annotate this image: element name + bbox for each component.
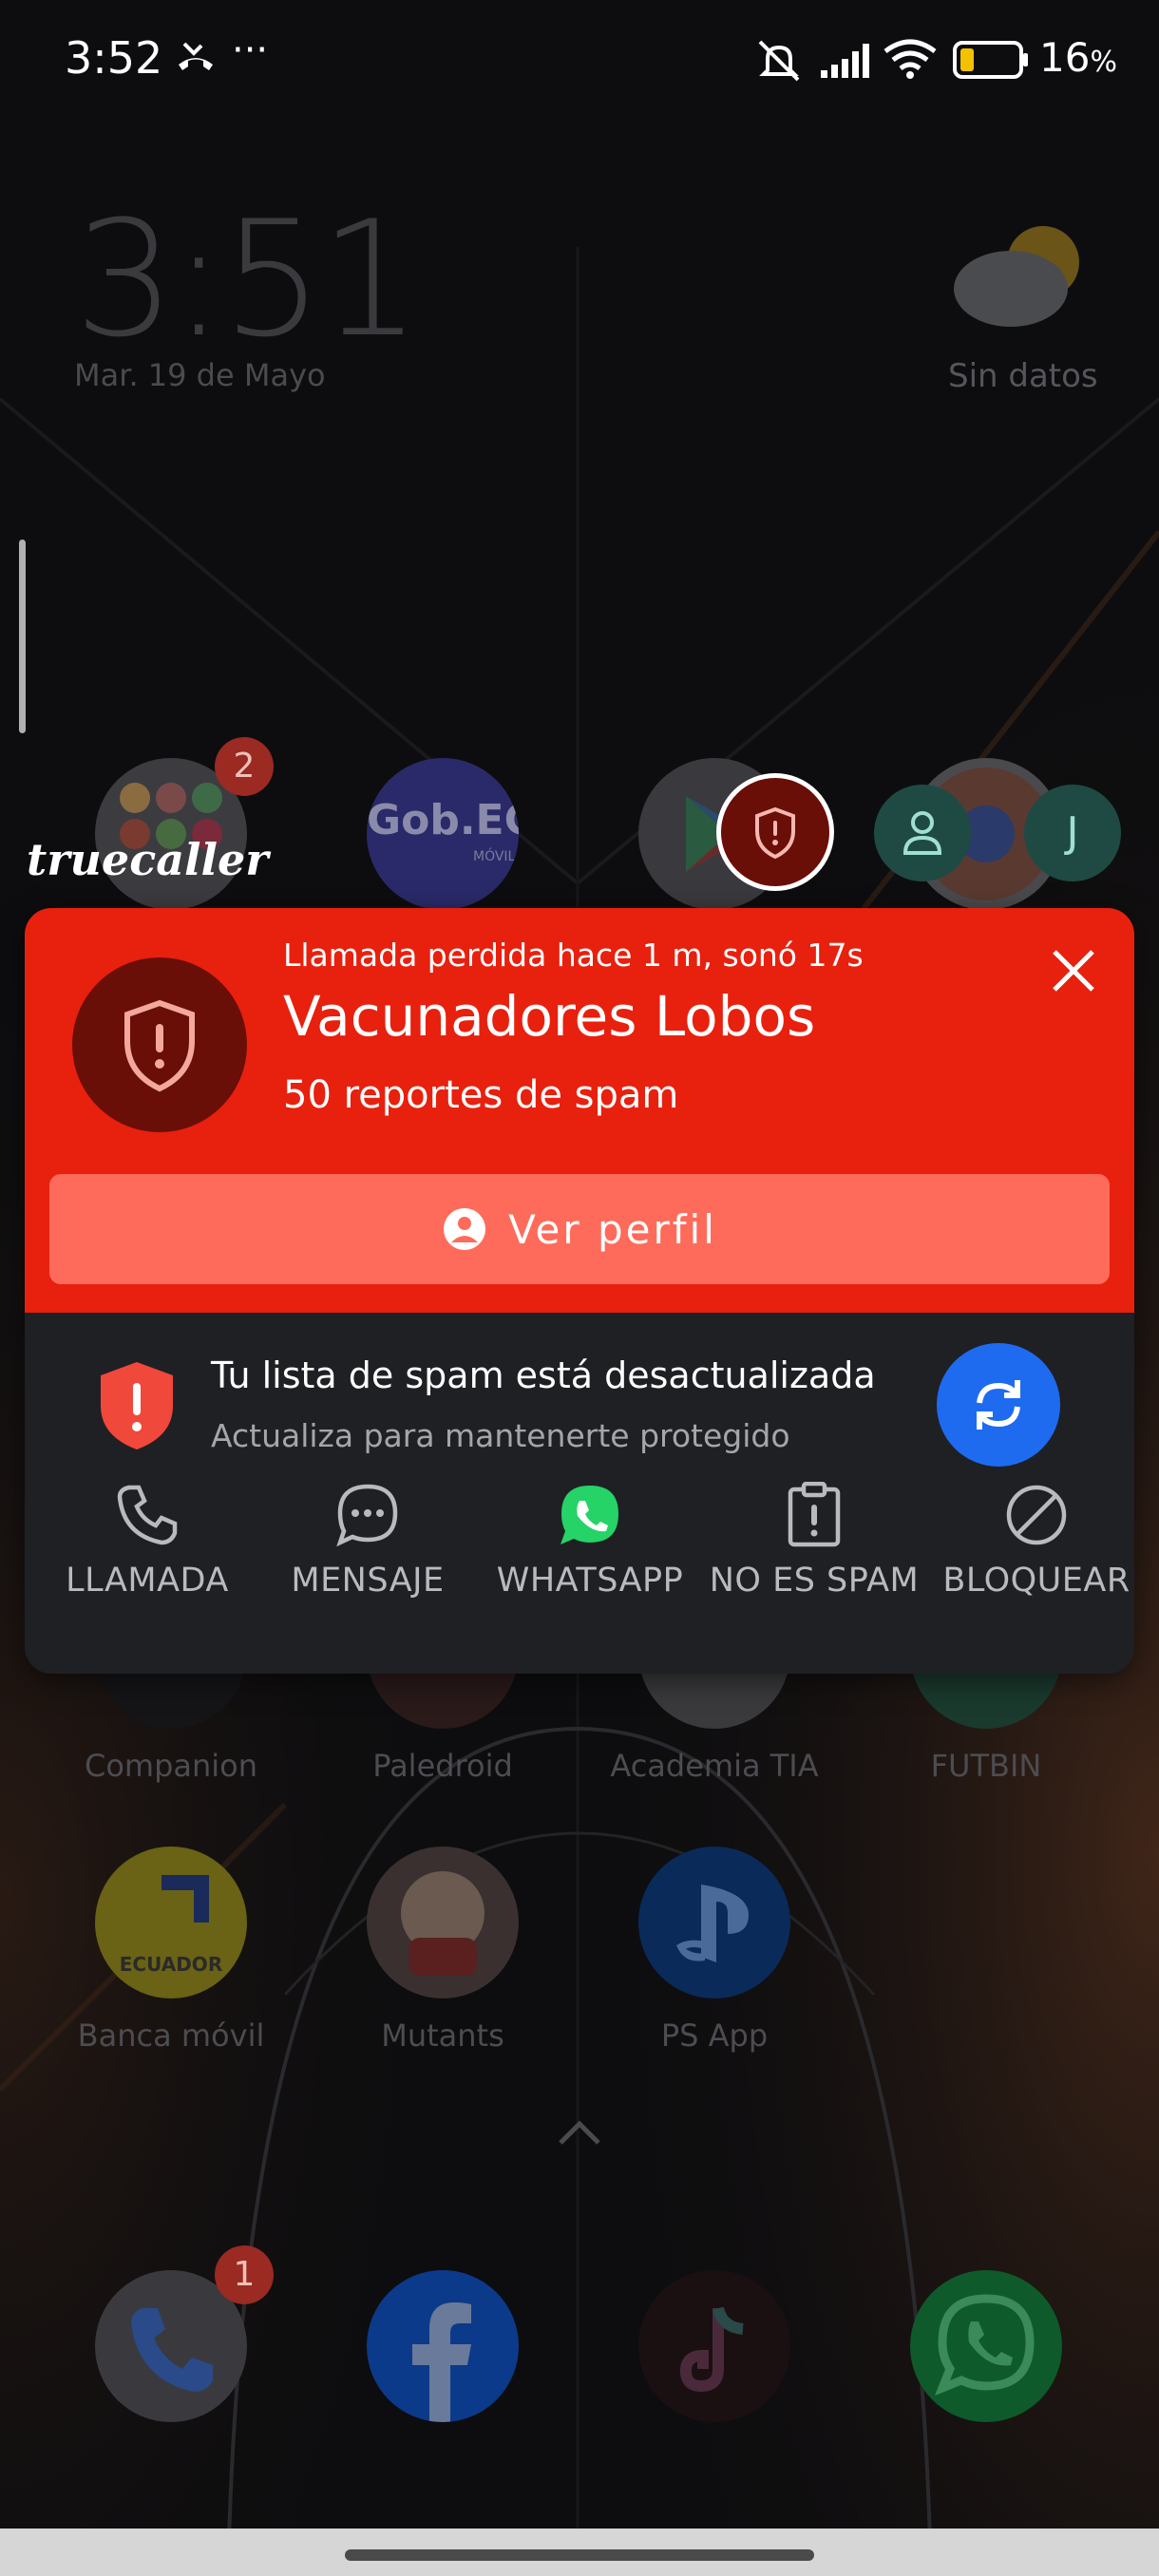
not-spam-action-button[interactable]: NO ES SPAM (705, 1481, 923, 1600)
not-spam-action-label: NO ES SPAM (709, 1562, 920, 1600)
app-label: Companion (84, 1748, 258, 1784)
app-label: PS App (660, 2017, 769, 2054)
gesture-handle[interactable] (345, 2549, 814, 2561)
clock-time: 3:51 (74, 186, 421, 372)
shield-alert-icon (124, 999, 195, 1092)
whatsapp-logo-icon (934, 2294, 1035, 2396)
app-label: Paledroid (372, 1748, 513, 1784)
view-profile-button[interactable]: Ver perfil (49, 1174, 1110, 1284)
call-action-label: LLAMADA (66, 1562, 229, 1600)
person-icon (902, 811, 942, 855)
notification-badge: 1 (215, 2245, 274, 2304)
notification-badge: 2 (215, 737, 274, 796)
ps-app-icon[interactable] (638, 1847, 790, 1998)
whatsapp-dock-icon[interactable] (910, 2270, 1062, 2422)
banca-logo-text: ECUADOR (119, 1953, 223, 1976)
view-profile-label: Ver perfil (508, 1205, 717, 1253)
call-info: Llamada perdida hace 1 m, sonó 17s (283, 937, 864, 974)
message-icon (336, 1484, 398, 1547)
floating-spam-bubble[interactable] (716, 773, 834, 891)
close-icon[interactable] (1049, 946, 1098, 995)
app-label: Academia TIA (610, 1748, 819, 1784)
truecaller-popup-card: Llamada perdida hace 1 m, sonó 17s Vacun… (25, 908, 1134, 1674)
banca-movil-app-icon[interactable]: ECUADOR (95, 1847, 247, 1998)
chevron-up-icon[interactable] (557, 2118, 602, 2147)
tiktok-dock-icon[interactable] (638, 2270, 790, 2422)
refresh-icon (977, 1380, 1020, 1430)
playstation-logo-icon (676, 1885, 749, 1962)
status-bar: 3:52 ··· 16% (0, 0, 1159, 123)
missed-call-icon (179, 42, 213, 70)
whatsapp-action-button[interactable]: WHATSAPP (481, 1482, 699, 1600)
app-label: Mutants (381, 2017, 504, 2054)
status-more-dots: ··· (232, 28, 269, 72)
whatsapp-action-label: WHATSAPP (496, 1562, 684, 1600)
card-actions-section: Tu lista de spam está desactualizada Act… (25, 1313, 1134, 1674)
block-icon (1006, 1485, 1067, 1545)
weather-widget[interactable]: Sin datos (931, 215, 1102, 405)
cloudy-sun-icon (954, 226, 1079, 327)
facebook-dock-icon[interactable] (367, 2270, 519, 2422)
caller-info-section: Llamada perdida hace 1 m, sonó 17s Vacun… (25, 908, 1134, 1313)
edge-panel-handle[interactable] (19, 540, 26, 733)
weather-status: Sin datos (948, 357, 1098, 395)
message-action-button[interactable]: MENSAJE (258, 1482, 477, 1600)
truecaller-logo: truecaller (27, 834, 269, 885)
vibrate-off-icon (758, 40, 800, 82)
whatsapp-icon (560, 1486, 618, 1544)
gob-ec-logo-text: Gob.EC (367, 796, 519, 844)
facebook-f-icon (412, 2302, 471, 2422)
signal-icon (821, 44, 869, 78)
spam-list-title: Tu lista de spam está desactualizada (211, 1354, 876, 1396)
spam-list-subtitle: Actualiza para mantenerte protegido (211, 1417, 790, 1454)
mutants-app-icon[interactable] (367, 1847, 519, 1998)
profile-icon (444, 1208, 486, 1250)
message-action-label: MENSAJE (291, 1562, 445, 1600)
tiktok-note-icon (679, 2306, 744, 2393)
gob-ec-sub: MÓVIL (473, 849, 516, 864)
wifi-icon (884, 39, 937, 79)
not-spam-icon (788, 1481, 841, 1547)
floating-avatar-j[interactable]: J (1024, 785, 1121, 881)
app-label: FUTBIN (930, 1748, 1042, 1784)
block-action-label: BLOQUEAR (942, 1562, 1130, 1600)
clock-widget[interactable]: 3:51 Mar. 19 de Mayo (74, 186, 421, 393)
phone-icon (117, 1485, 178, 1545)
mutants-character-icon (401, 1871, 484, 1976)
spam-shield-icon (101, 1362, 173, 1449)
spam-reports: 50 reportes de spam (283, 1073, 679, 1117)
shield-alert-icon (755, 806, 795, 860)
battery-icon (953, 41, 1028, 79)
status-time: 3:52 (65, 32, 163, 84)
block-action-button[interactable]: BLOQUEAR (927, 1482, 1134, 1600)
caller-avatar (72, 957, 247, 1132)
caller-name: Vacunadores Lobos (283, 984, 816, 1049)
app-label: Banca móvil (77, 2017, 265, 2054)
call-action-button[interactable]: LLAMADA (38, 1482, 256, 1600)
floating-contact-bubble[interactable] (874, 785, 971, 881)
refresh-spam-list-button[interactable] (937, 1343, 1060, 1467)
gob-ec-app-icon[interactable]: Gob.EC MÓVIL (367, 758, 519, 910)
battery-percent: 16% (1039, 34, 1117, 81)
banca-logo-shape (162, 1875, 209, 1923)
